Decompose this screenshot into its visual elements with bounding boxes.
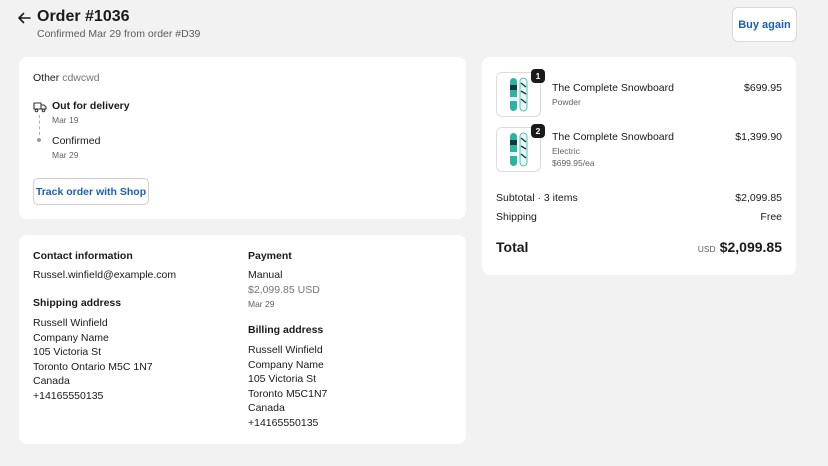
shipping-address-heading: Shipping address: [33, 297, 122, 309]
event-label-confirmed: Confirmed: [52, 135, 101, 147]
quantity-badge: 1: [531, 69, 545, 83]
truck-icon: [33, 100, 47, 118]
shipping-value: Free: [760, 211, 782, 223]
item-price: $699.95: [744, 82, 782, 94]
billing-address-line: Russell Winfield: [248, 344, 323, 356]
item-name: The Complete Snowboard: [552, 131, 674, 143]
shipping-method: Other cdwcwd: [33, 72, 100, 84]
event-date-out-for-delivery: Mar 19: [52, 115, 79, 125]
total-label: Total: [496, 239, 529, 255]
payment-date: Mar 29: [248, 299, 275, 309]
shipping-address-line: 105 Victoria St: [33, 346, 102, 358]
order-subtitle: Confirmed Mar 29 from order #D39: [37, 28, 201, 40]
fulfillment-status-card: Other cdwcwd Out for delivery Mar 19 Con…: [19, 57, 466, 219]
total-amount: USD $2,099.85: [698, 239, 782, 257]
billing-address-heading: Billing address: [248, 324, 324, 336]
billing-address-line: 105 Victoria St: [248, 373, 317, 385]
payment-method: Manual: [248, 269, 283, 281]
total-value: $2,099.85: [719, 239, 782, 255]
buy-again-button[interactable]: Buy again: [732, 7, 797, 42]
billing-address-line: Toronto M5C1N7: [248, 387, 328, 400]
contact-heading: Contact information: [33, 250, 133, 262]
shipping-method-value: cdwcwd: [62, 72, 100, 84]
page-header: Order #1036 Confirmed Mar 29 from order …: [14, 8, 814, 44]
shipping-label: Shipping: [496, 211, 537, 223]
contact-email: Russel.winfield@example.com: [33, 269, 177, 281]
back-arrow-icon[interactable]: [16, 10, 32, 26]
timeline-connector: [39, 115, 40, 135]
quantity-badge: 2: [531, 124, 545, 138]
billing-address-line: Company Name: [248, 358, 324, 371]
item-variant: Powder: [552, 97, 581, 107]
subtotal-label: Subtotal · 3 items: [496, 192, 578, 204]
event-date-confirmed: Mar 29: [52, 150, 79, 160]
shipping-address-line: Company Name: [33, 331, 109, 344]
track-order-button[interactable]: Track order with Shop: [33, 178, 149, 205]
shipping-address-line: Canada: [33, 375, 70, 387]
payment-amount: $2,099.85 USD: [248, 284, 320, 296]
item-name: The Complete Snowboard: [552, 82, 674, 94]
item-unit-price: $699.95/ea: [552, 158, 595, 168]
item-variant: Electric: [552, 146, 580, 156]
total-currency: USD: [697, 244, 716, 254]
customer-info-card: Contact information Russel.winfield@exam…: [19, 235, 466, 444]
dot-icon: [37, 138, 41, 142]
subtotal-value: $2,099.85: [735, 192, 782, 204]
item-price: $1,399.90: [735, 131, 782, 143]
shipping-address-line: Russell Winfield: [33, 317, 108, 329]
order-summary-card: 1 The Complete Snowboard Powder $699.95 …: [482, 57, 796, 275]
billing-address-line: Canada: [248, 402, 285, 414]
payment-heading: Payment: [248, 250, 292, 262]
page-title: Order #1036: [37, 8, 130, 25]
billing-address-phone: +14165550135: [248, 416, 319, 429]
shipping-method-label: Other: [33, 72, 60, 84]
shipping-address-phone: +14165550135: [33, 389, 104, 402]
shipping-address-line: Toronto Ontario M5C 1N7: [33, 360, 153, 373]
event-label-out-for-delivery: Out for delivery: [52, 100, 130, 112]
